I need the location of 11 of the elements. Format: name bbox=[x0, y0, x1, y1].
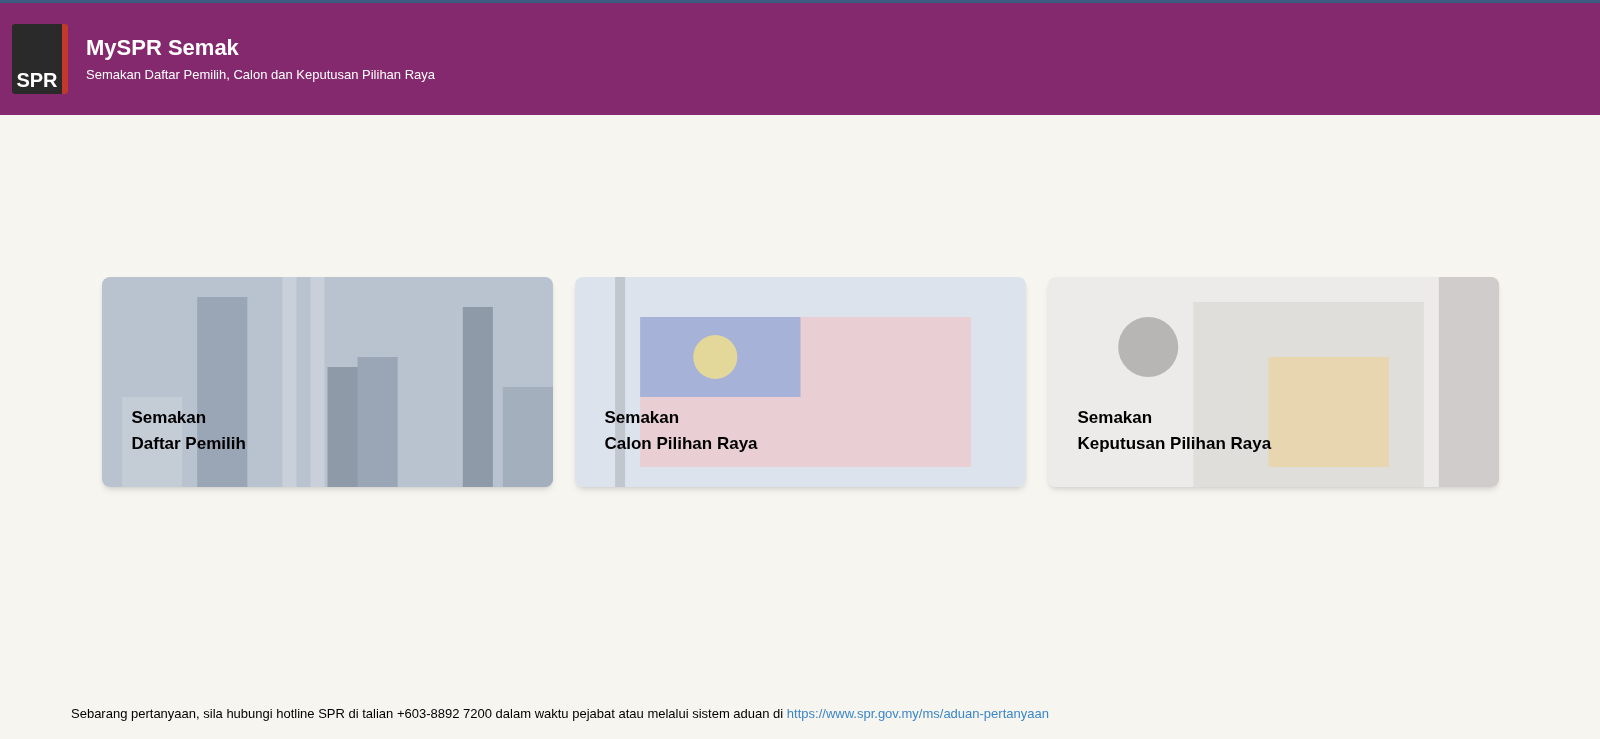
card-title: Semakan Daftar Pemilih bbox=[131, 407, 246, 455]
lookup-card[interactable]: Semakan Keputusan Pilihan Raya bbox=[1047, 277, 1499, 487]
lookup-card[interactable]: Semakan Calon Pilihan Raya bbox=[574, 277, 1026, 487]
card-title: Semakan Keputusan Pilihan Raya bbox=[1077, 407, 1272, 455]
contact-note: Sebarang pertanyaan, sila hubungi hotline SPR di talian +603-8892 7200 dalam waktu pejabat atau melalui sistem aduan di https://www.spr.gov.my/ms/aduan-pertanyaan bbox=[71, 705, 1049, 724]
app-title: MySPR Semak bbox=[86, 33, 240, 61]
app-subtitle: Semakan Daftar Pemilih, Calon dan Keputusan Pilihan Raya bbox=[86, 66, 436, 84]
lookup-card[interactable]: Semakan Daftar Pemilih bbox=[101, 277, 553, 487]
complaint-link[interactable]: https://www.spr.gov.my/ms/aduan-pertanyaan bbox=[786, 706, 1049, 722]
card-title: Semakan Calon Pilihan Raya bbox=[604, 407, 758, 455]
logo-text: SPR bbox=[16, 70, 58, 90]
